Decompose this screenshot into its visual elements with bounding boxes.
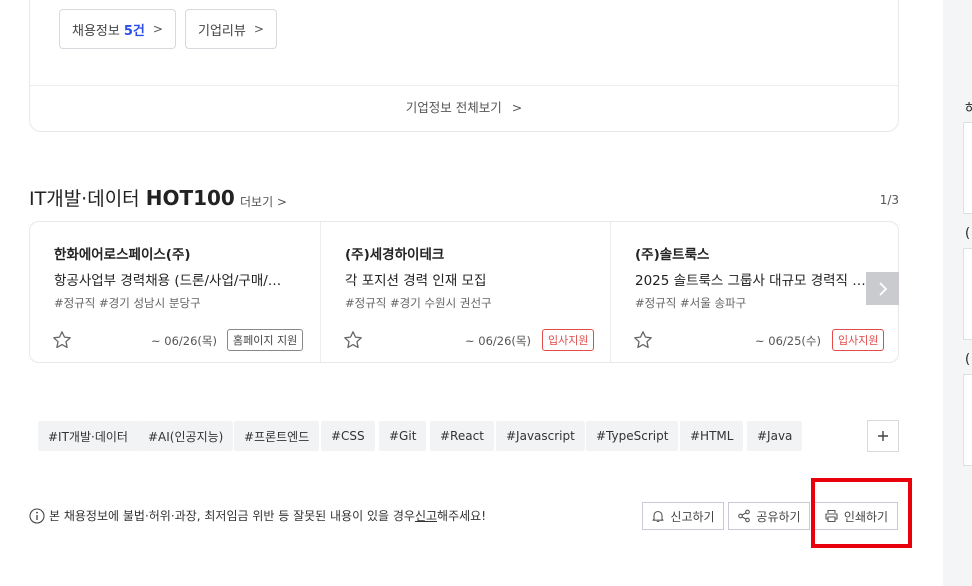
keyword-tag[interactable]: #TypeScript — [586, 421, 679, 451]
job-tags: #정규직 #서울 송파구 — [635, 296, 747, 310]
job-company: (주)솔트룩스 — [635, 247, 710, 263]
panel-box — [963, 374, 972, 466]
jobs-label: 채용정보 — [72, 23, 120, 39]
company-info-card: 채용정보 5건 > 기업리뷰 > 기업정보 전체보기 > — [29, 0, 899, 132]
bell-icon — [652, 510, 664, 523]
reviews-button[interactable]: 기업리뷰 > — [185, 9, 277, 49]
chevron-right-icon: > — [152, 22, 163, 36]
highlight-annotation — [811, 478, 912, 548]
reviews-label: 기업리뷰 — [198, 23, 246, 39]
hot-job-carousel: 한화에어로스페이스(주) 항공사업부 경력채용 (드론/사업/구매/… #정규직… — [29, 221, 899, 363]
keyword-tag[interactable]: #HTML — [680, 421, 744, 451]
keyword-tag[interactable]: #AI(인공지능) — [138, 421, 234, 451]
panel-box — [963, 122, 972, 214]
star-icon[interactable] — [52, 330, 72, 350]
carousel-pager: 1/3 — [879, 193, 899, 207]
star-icon[interactable] — [343, 330, 363, 350]
job-title[interactable]: 2025 솔트룩스 그룹사 대규모 경력직 … — [635, 269, 879, 289]
jobs-count: 5건 — [123, 23, 145, 39]
job-tags: #정규직 #경기 수원시 권선구 — [345, 296, 492, 310]
company-view-all-link[interactable]: 기업정보 전체보기 > — [30, 97, 898, 116]
apply-button[interactable]: 입사지원 — [832, 329, 885, 351]
section-more-link[interactable]: 더보기 > — [240, 193, 287, 210]
job-title[interactable]: 항공사업부 경력채용 (드론/사업/구매/… — [54, 269, 298, 289]
keyword-tag[interactable]: #Java — [747, 421, 803, 451]
panel-label: ( — [965, 226, 971, 241]
job-card[interactable]: (주)세경하이테크 각 포지션 경력 인재 모집 #정규직 #경기 수원시 권선… — [320, 222, 610, 362]
report-link[interactable]: 신고 — [415, 507, 437, 524]
star-icon[interactable] — [633, 330, 653, 350]
info-icon — [29, 507, 45, 524]
chevron-right-icon: > — [253, 22, 264, 36]
job-deadline: ~ 06/26(목) — [151, 334, 217, 348]
job-title[interactable]: 각 포지션 경력 인재 모집 — [345, 269, 589, 289]
job-deadline: ~ 06/26(목) — [465, 334, 531, 348]
job-card[interactable]: (주)솔트룩스 2025 솔트룩스 그룹사 대규모 경력직 … #정규직 #서울… — [610, 222, 898, 362]
apply-button[interactable]: 입사지원 — [542, 329, 595, 351]
jobs-button[interactable]: 채용정보 5건 > — [59, 9, 176, 49]
right-side-panel: 하 ( ( — [943, 0, 972, 586]
panel-box — [963, 248, 972, 340]
keyword-tag[interactable]: #Git — [379, 421, 427, 451]
keyword-tag[interactable]: #프론트엔드 — [234, 421, 320, 451]
panel-label: ( — [965, 352, 971, 367]
share-icon — [738, 509, 751, 523]
panel-label: 하 — [965, 102, 972, 117]
chevron-right-icon: > — [511, 100, 523, 115]
keyword-tag[interactable]: #Javascript — [496, 421, 585, 451]
divider — [30, 85, 898, 86]
keyword-tag[interactable]: #React — [430, 421, 494, 451]
plus-icon — [878, 431, 888, 441]
job-company: (주)세경하이테크 — [345, 247, 445, 263]
job-deadline: ~ 06/25(수) — [755, 334, 821, 348]
apply-button[interactable]: 홈페이지 지원 — [227, 329, 304, 351]
report-notice: 본 채용정보에 불법·허위·과장, 최저임금 위반 등 잘못된 내용이 있을 경… — [29, 507, 486, 524]
job-tags: #정규직 #경기 성남시 분당구 — [54, 296, 201, 310]
keyword-tag[interactable]: #CSS — [321, 421, 375, 451]
more-tags-button[interactable] — [867, 420, 899, 452]
keyword-tag[interactable]: #IT개발·데이터 — [38, 421, 138, 451]
section-title: IT개발·데이터 HOT100 — [29, 186, 235, 210]
chevron-right-icon — [878, 281, 887, 296]
carousel-next-button[interactable] — [866, 272, 899, 305]
job-company: 한화에어로스페이스(주) — [54, 247, 191, 263]
job-card[interactable]: 한화에어로스페이스(주) 항공사업부 경력채용 (드론/사업/구매/… #정규직… — [30, 222, 320, 362]
report-button[interactable]: 신고하기 — [642, 502, 724, 530]
share-button[interactable]: 공유하기 — [728, 502, 810, 530]
